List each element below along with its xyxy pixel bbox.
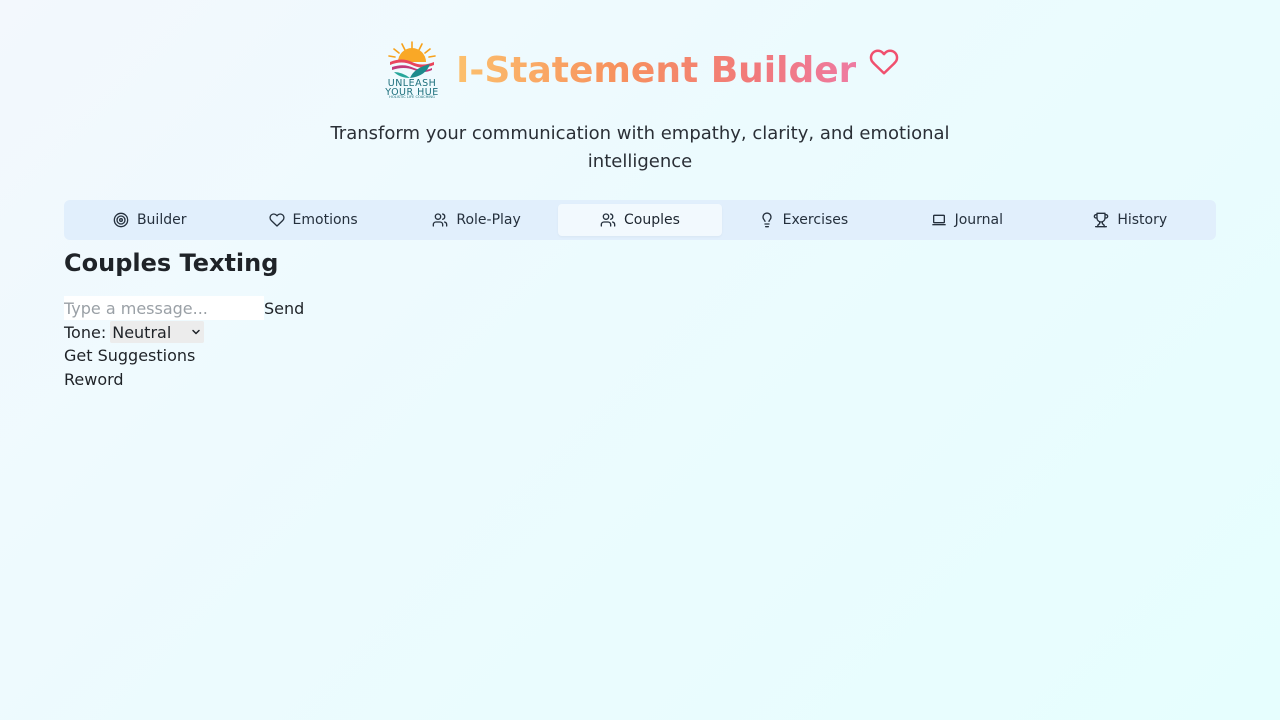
users-icon: [433, 213, 448, 227]
laptop-icon: [931, 214, 946, 226]
trophy-icon: [1094, 212, 1109, 228]
tone-label: Tone:: [64, 322, 107, 342]
tab-label: Builder: [136, 212, 187, 228]
tab-couples[interactable]: Couples: [558, 204, 722, 236]
tab-history[interactable]: History: [1049, 204, 1212, 236]
section-title: Couples Texting: [64, 249, 279, 277]
tone-row: Tone: Neutral: [64, 320, 205, 344]
sun-logo-icon: [388, 41, 436, 78]
message-input[interactable]: [64, 296, 264, 320]
tab-emotions[interactable]: Emotions: [231, 204, 394, 236]
tone-selected-value: Neutral: [112, 322, 172, 342]
chevron-down-icon: [192, 329, 200, 335]
tab-bar: Builder Emotions Role-Play Couples Exerc…: [64, 200, 1216, 240]
get-suggestions-button[interactable]: Get Suggestions: [64, 344, 195, 368]
tab-label: Role-Play: [456, 212, 521, 228]
tone-select[interactable]: Neutral: [110, 321, 205, 343]
page-title: I-Statement Builder: [456, 50, 857, 91]
brand-logo: UNLEASH YOUR HUE HOLISTIC LIFE COACHING: [380, 38, 444, 102]
target-icon: [113, 212, 129, 228]
reword-button[interactable]: Reword: [64, 368, 124, 392]
heart-icon: [870, 49, 899, 75]
send-button[interactable]: Send: [264, 299, 304, 318]
tab-label: Couples: [624, 212, 680, 228]
tab-label: History: [1117, 212, 1168, 228]
tab-exercises[interactable]: Exercises: [722, 204, 885, 236]
tab-label: Exercises: [782, 212, 849, 228]
tab-journal[interactable]: Journal: [885, 204, 1048, 236]
lightbulb-icon: [761, 212, 772, 228]
tab-role-play[interactable]: Role-Play: [395, 204, 558, 236]
users-icon: [600, 213, 616, 227]
tab-builder[interactable]: Builder: [68, 204, 231, 236]
tab-label: Emotions: [292, 212, 358, 228]
page-subtitle: Transform your communication with empath…: [330, 123, 950, 172]
message-row: Send: [64, 296, 304, 320]
heart-icon: [268, 213, 285, 227]
logo-tagline: HOLISTIC LIFE COACHING: [389, 95, 435, 99]
tab-label: Journal: [954, 212, 1004, 228]
brand-row: UNLEASH YOUR HUE HOLISTIC LIFE COACHING …: [380, 38, 900, 104]
